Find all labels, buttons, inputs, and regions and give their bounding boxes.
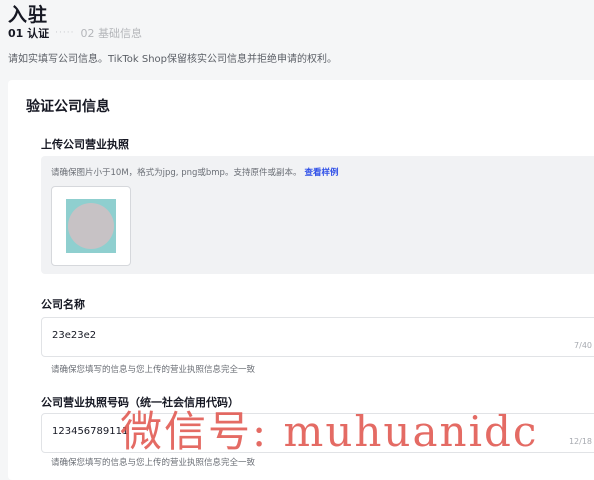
page-title: 入驻 xyxy=(8,4,49,26)
upload-license-label: 上传公司营业执照 xyxy=(41,138,129,151)
license-number-counter: 12/18 xyxy=(568,437,592,446)
watermark-text: 微信号: muhuanidc xyxy=(120,407,539,456)
company-name-helper: 请确保您填写的信息与您上传的营业执照信息完全一致 xyxy=(51,365,256,375)
upload-hint-text: 请确保图片小于10M，格式为jpg, png或bmp。支持原件或副本。 xyxy=(51,168,302,178)
upload-hint: 请确保图片小于10M，格式为jpg, png或bmp。支持原件或副本。 查看样例 xyxy=(51,166,338,178)
step-connector: ····· xyxy=(55,28,75,38)
company-name-label: 公司名称 xyxy=(41,298,85,311)
license-number-value: 123456789111 xyxy=(52,426,129,437)
uploaded-license-thumbnail[interactable] xyxy=(51,186,131,266)
view-example-link[interactable]: 查看样例 xyxy=(304,168,338,178)
section-title: 验证公司信息 xyxy=(26,99,110,115)
company-name-counter: 7/40 xyxy=(574,341,592,350)
company-name-field[interactable]: 23e23e2 7/40 xyxy=(41,317,594,357)
license-image xyxy=(66,199,116,253)
stepper: 01 认证 ····· 02 基础信息 xyxy=(8,25,142,41)
step-2-basic-info[interactable]: 02 基础信息 xyxy=(80,25,142,41)
step-1-verification[interactable]: 01 认证 xyxy=(8,25,49,41)
page-notice: 请如实填写公司信息。TikTok Shop保留核实公司信息并拒绝申请的权利。 xyxy=(8,54,338,65)
company-name-value: 23e23e2 xyxy=(52,330,97,341)
license-image-blur xyxy=(68,203,114,249)
